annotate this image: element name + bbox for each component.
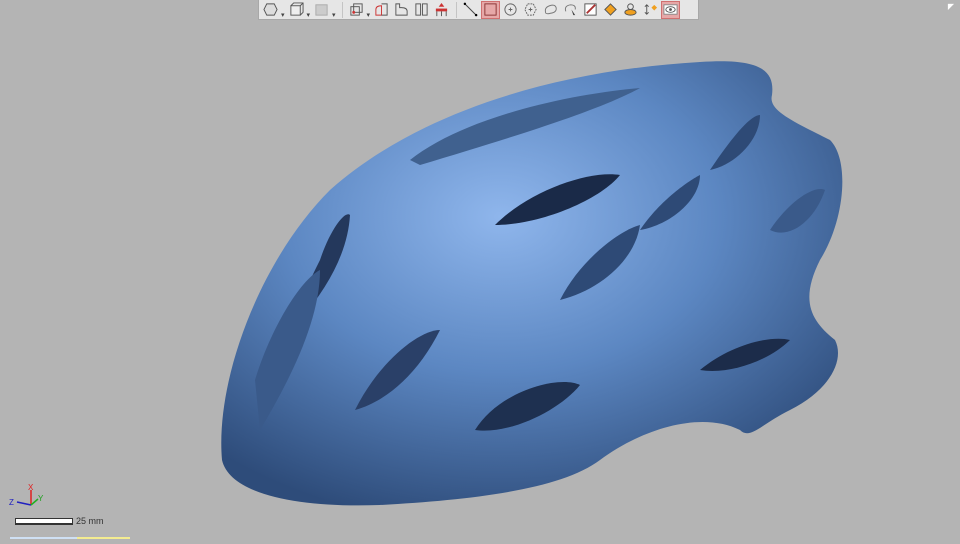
section-arc-icon: [395, 3, 408, 16]
fill-select-button[interactable]: [601, 1, 620, 19]
chevron-down-icon[interactable]: ▾: [307, 11, 311, 19]
brush-select-icon: [584, 3, 597, 16]
toolbar: ▾ ▾ ▾ ▾: [258, 0, 699, 20]
paint-select-button[interactable]: [561, 1, 580, 19]
axis-triad: X Y Z: [9, 483, 44, 507]
section-plane-button[interactable]: [372, 1, 391, 19]
view-box-button[interactable]: [312, 1, 331, 19]
lasso-select-button[interactable]: [541, 1, 560, 19]
y-axis-line: [30, 498, 39, 506]
toolbar-separator: [456, 1, 458, 18]
visibility-icon: [663, 4, 678, 15]
circle-select-icon: [504, 3, 517, 16]
scale-indicator: 25 mm: [15, 516, 104, 526]
surface-select-icon: [624, 3, 637, 16]
circle-select-button[interactable]: [501, 1, 520, 19]
scale-bar: [15, 517, 73, 525]
toolbar-separator: [341, 1, 343, 18]
wireframe-cube-icon: [349, 3, 363, 16]
chevron-down-icon[interactable]: ▾: [332, 11, 336, 19]
transform-select-button[interactable]: [641, 1, 660, 19]
align-up-button[interactable]: [432, 1, 451, 19]
lasso-select-icon: [544, 4, 557, 15]
rectangle-select-button[interactable]: [481, 0, 501, 19]
z-axis-label: Z: [9, 498, 14, 507]
surface-select-button[interactable]: [621, 1, 640, 19]
corner-arrow-icon[interactable]: ◤: [948, 2, 954, 11]
view-box-icon: [315, 4, 328, 16]
y-axis-label: Y: [38, 494, 44, 503]
align-up-icon: [435, 2, 448, 17]
split-view-button[interactable]: [412, 1, 431, 19]
line-select-button[interactable]: [461, 1, 480, 19]
3d-viewport[interactable]: [0, 0, 960, 539]
helmet-model: [221, 61, 843, 506]
split-view-icon: [415, 3, 428, 16]
view-cube-icon: [289, 2, 304, 16]
line-select-icon: [463, 2, 478, 17]
visibility-button[interactable]: [661, 0, 681, 19]
transform-select-icon: [644, 4, 658, 15]
view-cube-button[interactable]: [287, 1, 306, 19]
scale-label: 25 mm: [76, 516, 104, 526]
chevron-down-icon[interactable]: ▾: [367, 11, 371, 19]
z-axis-line: [16, 501, 32, 506]
fill-select-icon: [604, 3, 617, 16]
chevron-down-icon[interactable]: ▾: [281, 11, 285, 19]
rectangle-select-icon: [484, 3, 497, 16]
view-shaded-icon: [263, 3, 278, 16]
paint-select-icon: [564, 4, 576, 16]
x-axis-label: X: [28, 483, 34, 492]
polygon-select-icon: [524, 3, 537, 16]
wireframe-cube-button[interactable]: [347, 1, 366, 19]
polygon-select-button[interactable]: [521, 1, 540, 19]
view-shaded-button[interactable]: [261, 1, 280, 19]
brush-select-button[interactable]: [581, 1, 600, 19]
section-plane-icon: [375, 3, 388, 16]
section-arc-button[interactable]: [392, 1, 411, 19]
